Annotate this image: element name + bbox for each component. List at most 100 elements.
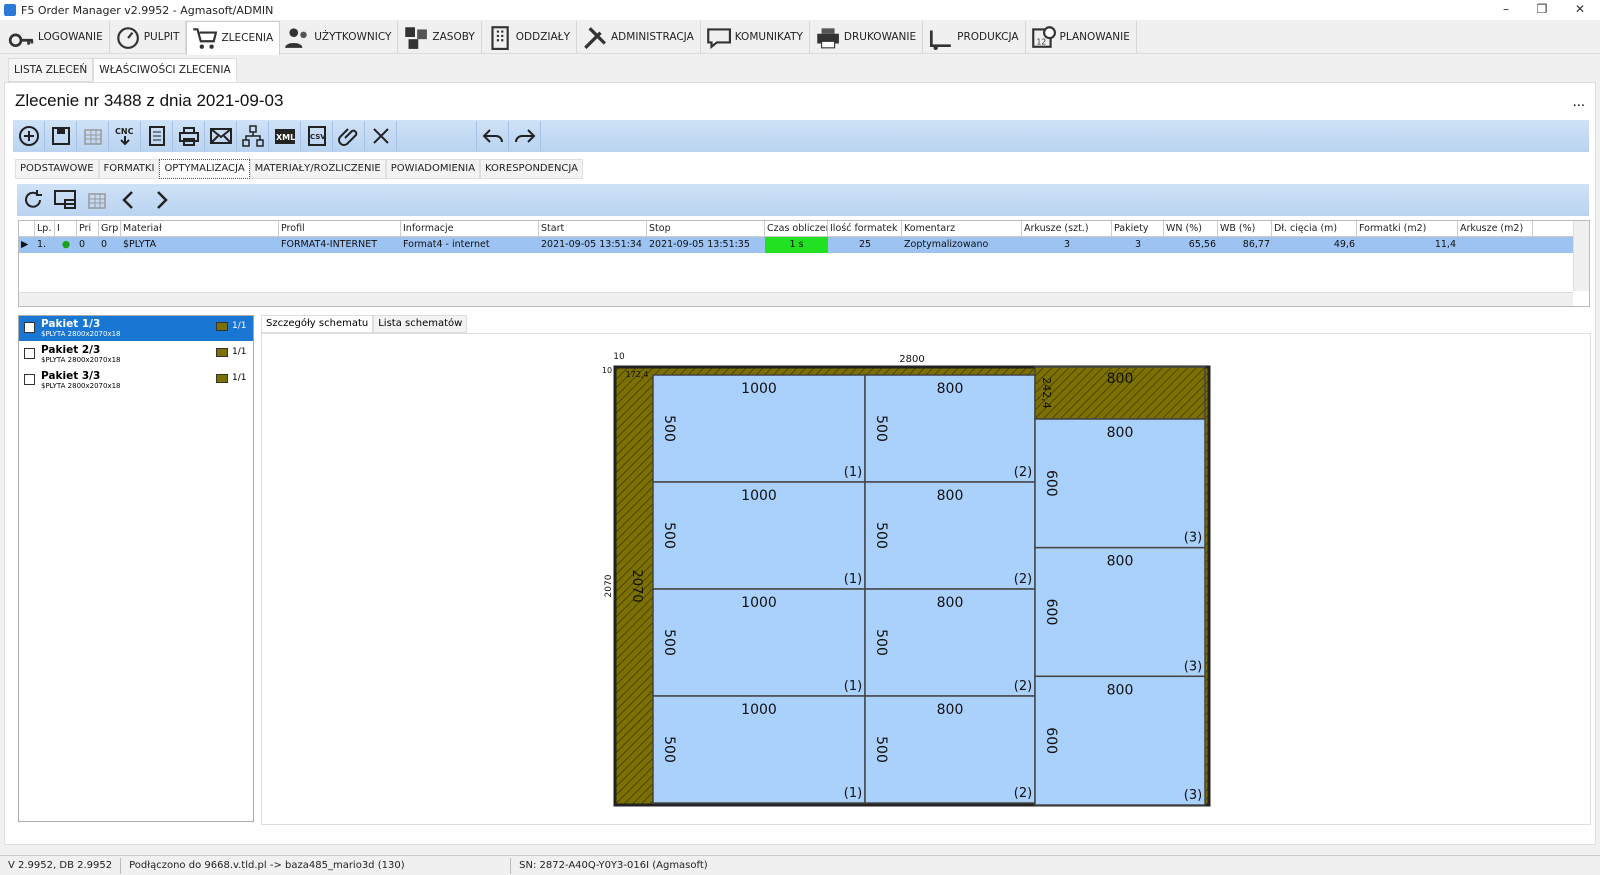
column-header[interactable]: Arkusze (szt.) [1022, 221, 1112, 237]
package-checkbox[interactable] [24, 348, 35, 359]
package-checkbox[interactable] [24, 374, 35, 385]
column-header[interactable]: Stop [647, 221, 765, 237]
monitor-button[interactable] [49, 185, 81, 215]
prev-button[interactable] [113, 185, 145, 215]
tab-detail-3[interactable]: MATERIAŁY/ROZLICZENIE [249, 159, 386, 179]
table-cell: 49,6 [1333, 239, 1355, 250]
tab-detail-2[interactable]: OPTYMALIZACJA [159, 159, 250, 179]
column-header[interactable]: Start [539, 221, 647, 237]
column-header[interactable]: Pri [77, 221, 99, 237]
column-header[interactable]: Informacje [401, 221, 539, 237]
xml-icon: XML [274, 129, 295, 144]
menu-item-8[interactable]: DRUKOWANIE [810, 20, 924, 53]
tab-scheme-details[interactable]: Szczegóły schematu [261, 315, 374, 333]
print-button[interactable] [173, 121, 205, 151]
csv-button[interactable]: CSV [301, 121, 333, 151]
column-header[interactable]: I [55, 221, 77, 237]
document-button[interactable] [141, 121, 173, 151]
minimize-button[interactable]: – [1488, 0, 1524, 20]
attach-button[interactable] [333, 121, 365, 151]
column-header[interactable]: Materiał [121, 221, 279, 237]
refresh-button[interactable] [17, 185, 49, 215]
menu-item-label: ADMINISTRACJA [611, 30, 694, 43]
table-cell: ▶ [21, 239, 29, 250]
page-title: Zlecenie nr 3488 z dnia 2021-09-03 [15, 91, 284, 110]
tab-scheme-list[interactable]: Lista schematów [373, 315, 468, 333]
refresh-icon [25, 190, 42, 208]
close-button[interactable] [365, 121, 397, 151]
package-item[interactable]: Pakiet 2/3 $PLYTA 2800x2070x18 1/1 [19, 342, 253, 368]
column-header[interactable]: Ilość formatek [828, 221, 902, 237]
package-checkbox[interactable] [24, 322, 35, 333]
vertical-scrollbar[interactable] [1573, 221, 1589, 291]
table-cell: 1. [37, 239, 47, 250]
next-button[interactable] [145, 185, 177, 215]
scheme-panel: Szczegóły schematu Lista schematów 2800 1… [261, 315, 1591, 825]
menu-item-3[interactable]: UŻYTKOWNICY [280, 20, 399, 53]
column-header[interactable]: WN (%) [1164, 221, 1218, 237]
document-icon [148, 126, 165, 146]
column-header[interactable]: Lp. [35, 221, 55, 237]
table-cell: 2021-09-05 13:51:35 [649, 239, 750, 250]
column-header[interactable]: Czas obliczeń [765, 221, 828, 237]
menu-item-9[interactable]: PRODUKCJA [923, 20, 1026, 53]
column-header[interactable]: Profil [279, 221, 401, 237]
tab-detail-1[interactable]: FORMATKI [98, 159, 160, 179]
cnc-button[interactable]: CNC [109, 121, 141, 151]
column-header[interactable]: WB (%) [1218, 221, 1272, 237]
menu-item-1[interactable]: PULPIT [110, 20, 187, 53]
menu-item-6[interactable]: ADMINISTRACJA [577, 20, 701, 53]
email-button[interactable] [205, 121, 237, 151]
table-row[interactable]: ▶ 1. ● 0 0 $PLYTA FORMAT4-INTERNET Format4 - in… [19, 237, 1573, 253]
detail-tabs: PODSTAWOWE FORMATKI OPTYMALIZACJA MATERIAŁY… [15, 159, 584, 179]
menu-item-2[interactable]: ZLECENIA [186, 20, 281, 55]
table-cell: Format4 - internet [403, 239, 490, 250]
xml-button[interactable]: XML [269, 121, 301, 151]
tab-detail-0[interactable]: PODSTAWOWE [15, 159, 99, 179]
save-button[interactable] [45, 121, 77, 151]
print-icon [178, 127, 199, 146]
window-title: F5 Order Manager v2.9952 - Agmasoft/ADMI… [21, 3, 274, 17]
package-list: Pakiet 1/3 $PLYTA 2800x2070x18 1/1 Pakiet 2… [18, 315, 254, 822]
part-id-label: (3) [1184, 659, 1202, 674]
chat-icon [706, 27, 731, 49]
column-header[interactable]: Pakiety [1112, 221, 1164, 237]
tab-order-properties[interactable]: WŁAŚCIWOŚCI ZLECENIA [93, 58, 237, 82]
part-width-label: 1000 [741, 702, 777, 718]
menu-item-4[interactable]: ZASOBY [398, 20, 482, 53]
part-width-label: 1000 [741, 488, 777, 504]
save-icon [51, 127, 70, 145]
close-window-button[interactable]: ✕ [1562, 0, 1598, 20]
undo-icon [482, 129, 503, 143]
menu-item-7[interactable]: KOMUNIKATY [701, 20, 810, 53]
tab-detail-4[interactable]: POWIADOMIENIA [385, 159, 481, 179]
column-header[interactable]: Grp [99, 221, 121, 237]
grid-disabled-button[interactable] [77, 121, 109, 151]
column-header[interactable] [19, 221, 35, 237]
column-header[interactable]: Dł. cięcia (m) [1272, 221, 1357, 237]
dashboard-icon [116, 26, 139, 49]
package-item[interactable]: Pakiet 3/3 $PLYTA 2800x2070x18 1/1 [19, 368, 253, 394]
column-header[interactable]: Formatki (m2) [1357, 221, 1458, 237]
column-header[interactable]: Komentarz [902, 221, 1022, 237]
optimization-grid: Lp. I Pri Grp Materiał Profil Informacje Start S… [18, 220, 1590, 307]
more-button[interactable]: ... [1573, 95, 1585, 110]
tab-detail-5[interactable]: KORESPONDENCJA [480, 159, 584, 179]
restore-button[interactable]: ❐ [1524, 0, 1560, 20]
printer-icon [817, 27, 839, 48]
redo-button[interactable] [509, 121, 541, 151]
menu-item-0[interactable]: LOGOWANIE [4, 20, 110, 53]
horizontal-scrollbar[interactable] [19, 292, 1573, 306]
menu-item-5[interactable]: ODDZIAŁY [482, 20, 577, 53]
tab-order-list[interactable]: LISTA ZLECEŃ [8, 58, 94, 82]
add-button[interactable] [13, 121, 45, 151]
menu-item-label: KOMUNIKATY [734, 30, 803, 43]
undo-button[interactable] [477, 121, 509, 151]
menu-item-10[interactable]: 12 PLANOWANIE [1026, 20, 1137, 53]
grid-disabled-button[interactable] [81, 185, 113, 215]
table-cell: 1 s [765, 237, 828, 253]
network-button[interactable] [237, 121, 269, 151]
package-item[interactable]: Pakiet 1/3 $PLYTA 2800x2070x18 1/1 [19, 316, 253, 342]
column-header[interactable]: Arkusze (m2) [1458, 221, 1533, 237]
part-id-label: (2) [1014, 679, 1032, 694]
